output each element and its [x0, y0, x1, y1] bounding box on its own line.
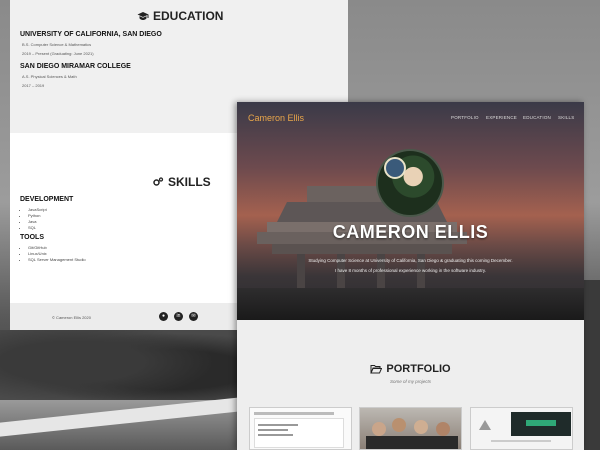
github-icon[interactable]: ●: [159, 312, 168, 321]
skill-item: SQL: [28, 225, 47, 231]
email-icon[interactable]: ✉: [189, 312, 198, 321]
university-seal-icon: [384, 157, 406, 179]
folder-open-icon: [370, 365, 383, 374]
skills-title: SKILLS: [168, 175, 211, 189]
portfolio-title: PORTFOLIO: [386, 363, 451, 375]
portfolio-heading: PORTFOLIO: [237, 361, 584, 377]
hero-tagline: Studying Computer Science at University …: [308, 258, 513, 263]
skill-category: DEVELOPMENT: [20, 196, 74, 203]
skill-category: TOOLS: [20, 234, 44, 241]
brand-link[interactable]: Cameron Ellis: [248, 113, 304, 123]
hero-ground: [237, 288, 584, 320]
front-page-screenshot: Cameron Ellis PORTFOLIO EXPERIENCE EDUCA…: [237, 102, 584, 450]
skill-item: SQL Server Management Studio: [28, 257, 86, 263]
graduation-cap-icon: [137, 12, 149, 20]
school-name: SAN DIEGO MIRAMAR COLLEGE: [20, 63, 131, 70]
linkedin-icon[interactable]: in: [174, 312, 183, 321]
nav-link-portfolio[interactable]: PORTFOLIO: [451, 115, 479, 120]
skills-heading: SKILLS: [152, 175, 211, 189]
school-dates: 2019 – Present (Graduating: June 2021): [22, 51, 94, 56]
portfolio-thumbnail[interactable]: [359, 407, 462, 450]
background-trees-right: [584, 280, 600, 450]
profile-avatar: [376, 149, 444, 217]
school-dates: 2017 – 2019: [22, 83, 45, 88]
hero-tagline: I have 8 months of professional experien…: [335, 268, 486, 273]
nav-link-skills[interactable]: SKILLS: [558, 115, 574, 120]
school-degree: A.S. Physical Sciences & Math: [22, 74, 77, 79]
nav-link-experience[interactable]: EXPERIENCE: [486, 115, 517, 120]
hero-banner: Cameron Ellis PORTFOLIO EXPERIENCE EDUCA…: [237, 102, 584, 320]
skill-list: Git/GitHub Linux/Unix SQL Server Managem…: [28, 245, 86, 263]
portfolio-subtitle: Some of my projects: [389, 379, 431, 384]
background-trees: [0, 330, 240, 410]
gears-icon: [153, 177, 164, 186]
copyright-text: © Cameron Ellis 2020: [52, 315, 91, 320]
education-heading: EDUCATION: [137, 9, 223, 23]
education-title: EDUCATION: [153, 9, 224, 23]
school-degree: B.S. Computer Science & Mathematics: [22, 42, 92, 47]
nav-link-education[interactable]: EDUCATION: [523, 115, 551, 120]
hero-name: CAMERON ELLIS: [332, 222, 489, 242]
portfolio-thumbnail[interactable]: [470, 407, 573, 450]
portfolio-thumbnail[interactable]: [249, 407, 352, 450]
skill-list: JavaScript Python Java SQL: [28, 207, 47, 231]
school-name: UNIVERSITY OF CALIFORNIA, SAN DIEGO: [20, 31, 162, 38]
